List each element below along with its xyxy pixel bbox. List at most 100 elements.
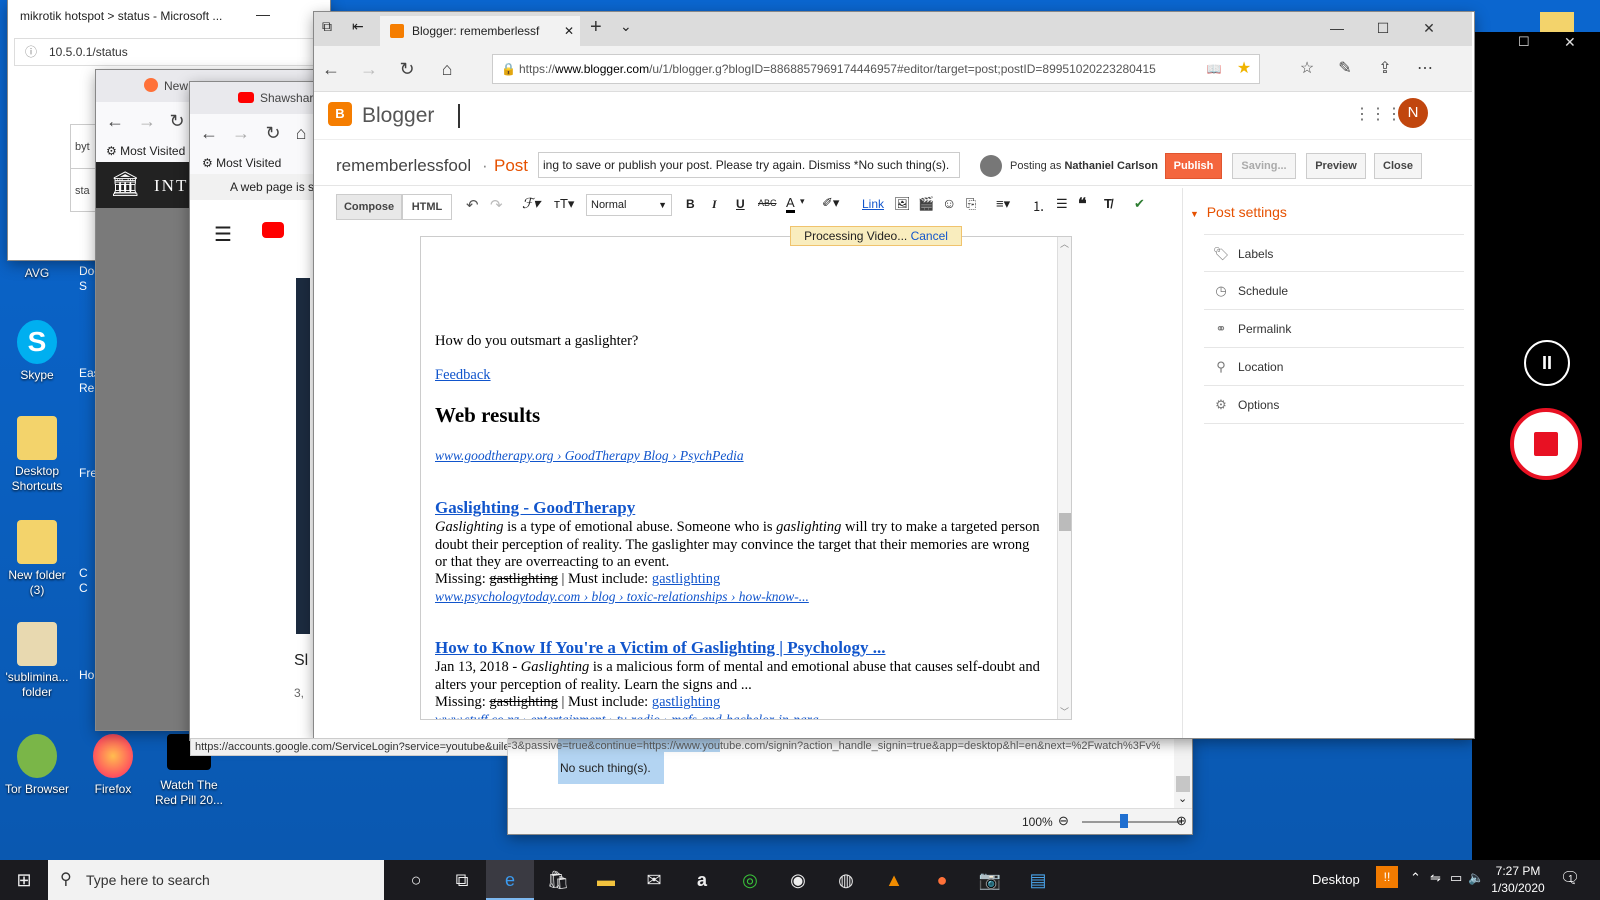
redo-icon[interactable]: ↷ xyxy=(490,196,503,214)
tab-title[interactable]: New xyxy=(164,79,188,93)
tab-manager-icon[interactable]: ⧉ xyxy=(322,18,332,35)
set-aside-tabs-icon[interactable]: ⇤ xyxy=(352,18,364,35)
more-menu-icon[interactable]: ⋯ xyxy=(1410,54,1440,84)
chevron-down-icon[interactable]: ⌄ xyxy=(620,18,632,35)
result-cite-link[interactable]: www.psychologytoday.com › blog › toxic-r… xyxy=(435,588,809,606)
strikethrough-icon[interactable]: ABC xyxy=(758,198,777,208)
result-title-link[interactable]: How to Know If You're a Victim of Gaslig… xyxy=(435,639,885,657)
desktop-icon-new-folder[interactable]: New folder (3) xyxy=(0,520,74,598)
new-tab-icon[interactable]: + xyxy=(590,16,602,39)
compose-tab[interactable]: Compose xyxy=(336,194,402,220)
close-window-icon[interactable]: ✕ xyxy=(1406,12,1452,44)
mail-icon[interactable]: ✉ xyxy=(630,860,678,900)
home-icon[interactable]: ⌂ xyxy=(286,118,316,148)
zoom-thumb[interactable] xyxy=(1120,814,1128,828)
apps-grid-icon[interactable]: ⋮⋮⋮ xyxy=(1354,104,1402,124)
vlc-icon[interactable]: ▲ xyxy=(870,860,918,900)
cancel-link[interactable]: Cancel xyxy=(911,229,948,243)
feedback-link[interactable]: Feedback xyxy=(435,367,491,385)
search-box[interactable]: ⚲ Type here to search xyxy=(48,860,384,900)
zoom-in-icon[interactable]: ⊕ xyxy=(1176,813,1187,829)
tray-chevron-up-icon[interactable]: ⌃ xyxy=(1410,870,1421,886)
scroll-down-icon[interactable]: ⌄ xyxy=(1178,792,1187,805)
file-explorer-icon[interactable]: ▬ xyxy=(582,860,630,900)
desktop-icon-desktop-shortcuts[interactable]: Desktop Shortcuts xyxy=(0,416,74,494)
reload-icon[interactable]: ↻ xyxy=(162,106,192,136)
chevron-down-icon[interactable]: ▾ xyxy=(800,196,805,207)
settings-labels[interactable]: 🏷 Labels xyxy=(1204,234,1464,272)
scrollbar-thumb[interactable] xyxy=(1176,776,1190,792)
start-windows-icon[interactable]: ⊞ xyxy=(0,860,48,900)
jump-break-icon[interactable]: ⎘ xyxy=(966,196,976,212)
font-size-icon[interactable]: ᴛT▾ xyxy=(554,196,574,212)
scroll-down-icon[interactable]: ﹀ xyxy=(1060,705,1069,718)
font-family-icon[interactable]: ℱ▾ xyxy=(522,196,540,213)
format-select[interactable]: Normal ▼ xyxy=(586,194,672,216)
edge-taskbar-icon[interactable]: e xyxy=(486,860,534,900)
undo-icon[interactable]: ↶ xyxy=(466,196,479,214)
screen-recorder-icon[interactable]: 📷 xyxy=(966,860,1014,900)
bulleted-list-icon[interactable]: ☰ xyxy=(1056,196,1068,212)
youtube-logo-icon[interactable] xyxy=(262,222,284,238)
clear-formatting-icon[interactable]: T̸ xyxy=(1104,196,1112,211)
volume-icon[interactable]: 🔈 xyxy=(1468,870,1484,886)
insert-image-icon[interactable]: 🖼 xyxy=(894,196,911,212)
edge-window[interactable]: ⧉ ⇤ Blogger: rememberlessf ✕ + ⌄ — ☐ ✕ ←… xyxy=(314,12,1474,738)
tray-app-icon[interactable]: !! xyxy=(1376,866,1398,888)
result-cite-link[interactable]: www.goodtherapy.org › GoodTherapy Blog ›… xyxy=(435,447,744,465)
reading-view-icon[interactable]: 📖 xyxy=(1199,55,1229,83)
post-editor[interactable]: How do you outsmart a gaslighter? Feedba… xyxy=(420,236,1072,720)
maximize-icon[interactable]: ☐ xyxy=(1360,12,1406,44)
cortana-icon[interactable]: ○ xyxy=(392,860,440,900)
highlight-icon[interactable]: ✐▾ xyxy=(822,195,839,211)
forward-icon[interactable]: → xyxy=(132,106,162,136)
settings-schedule[interactable]: ◷ Schedule xyxy=(1204,272,1464,310)
pause-recording-button[interactable]: II xyxy=(1524,340,1570,386)
refresh-icon[interactable]: ↻ xyxy=(392,54,422,84)
camera-app-icon[interactable]: ◍ xyxy=(822,860,870,900)
bookmark-most-visited[interactable]: Most Visited xyxy=(216,156,281,170)
result-cite-link[interactable]: www.stuff.co.nz › entertainment › tv-rad… xyxy=(435,711,829,719)
notepad-icon[interactable]: ▤ xyxy=(1014,860,1062,900)
result-title-link[interactable]: Gaslighting - GoodTherapy xyxy=(435,499,635,517)
italic-icon[interactable]: I xyxy=(712,197,717,212)
preview-button[interactable]: Preview xyxy=(1306,153,1366,179)
clock-date[interactable]: 1/30/2020 xyxy=(1488,881,1548,895)
favorite-star-icon[interactable]: ★ xyxy=(1229,55,1259,83)
close-icon[interactable]: ✕ xyxy=(1564,34,1576,51)
bold-icon[interactable]: B xyxy=(686,197,695,211)
webcam-icon[interactable]: ◉ xyxy=(774,860,822,900)
desktop-icon-firefox[interactable]: Firefox xyxy=(76,734,150,797)
numbered-list-icon[interactable]: ⒈ xyxy=(1032,196,1045,215)
close-tab-icon[interactable]: ✕ xyxy=(564,16,574,46)
zoom-out-icon[interactable]: ⊖ xyxy=(1058,813,1069,829)
zoom-slider[interactable] xyxy=(1082,821,1182,823)
settings-location[interactable]: ⚲ Location xyxy=(1204,348,1464,386)
home-icon[interactable]: ⌂ xyxy=(432,54,462,84)
back-icon[interactable]: ← xyxy=(100,106,130,136)
battery-icon[interactable]: ▭ xyxy=(1450,870,1462,886)
saving-button[interactable]: Saving... xyxy=(1232,153,1296,179)
post-title-input[interactable]: ing to save or publish your post. Please… xyxy=(538,152,960,178)
forward-icon[interactable]: → xyxy=(354,54,384,84)
address-bar[interactable]: 10.5.0.1/status xyxy=(49,45,128,59)
emoji-icon[interactable]: ☺ xyxy=(942,195,956,211)
screen-recorder-panel[interactable]: ☐ ✕ II xyxy=(1472,32,1600,860)
minimize-icon[interactable]: — xyxy=(256,6,270,22)
hamburger-menu-icon[interactable]: ☰ xyxy=(214,222,232,247)
scroll-up-icon[interactable]: ︿ xyxy=(1060,237,1069,250)
desktop-toolbar-label[interactable]: Desktop xyxy=(1312,872,1360,887)
publish-button[interactable]: Publish xyxy=(1165,153,1222,179)
avatar[interactable]: N xyxy=(1398,98,1428,128)
bookmark-most-visited[interactable]: Most Visited xyxy=(120,144,185,158)
network-icon[interactable]: ⇋ xyxy=(1430,870,1441,886)
must-include-link[interactable]: gastlighting xyxy=(652,571,720,587)
underline-icon[interactable]: U xyxy=(736,197,745,211)
video-player[interactable] xyxy=(296,278,310,634)
align-icon[interactable]: ≡▾ xyxy=(996,196,1010,212)
close-button[interactable]: Close xyxy=(1374,153,1422,179)
tab-blogger[interactable]: Blogger: rememberlessf ✕ xyxy=(380,16,580,46)
insert-video-icon[interactable]: 🎬 xyxy=(918,196,934,212)
quote-icon[interactable]: ❝ xyxy=(1078,194,1087,214)
amazon-icon[interactable]: a xyxy=(678,860,726,900)
